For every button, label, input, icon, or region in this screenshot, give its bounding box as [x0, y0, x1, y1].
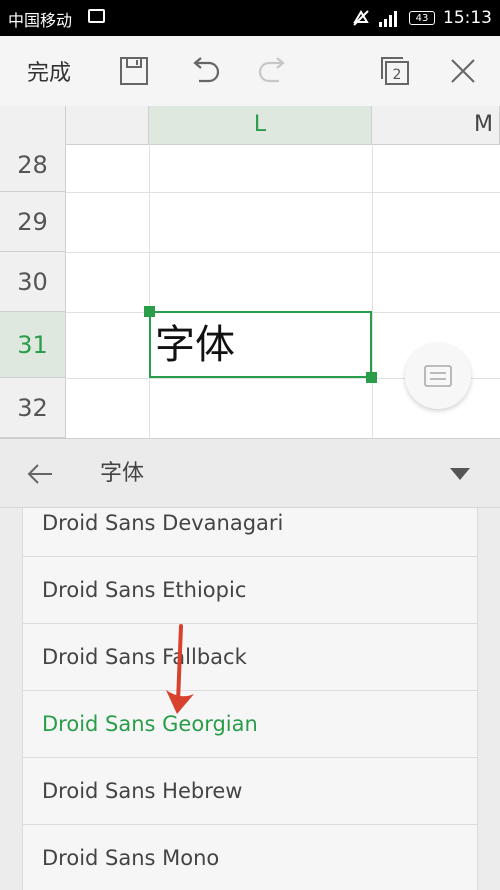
font-item-mono[interactable]: Droid Sans Mono [23, 825, 477, 890]
tabs-button[interactable]: 2 [372, 36, 418, 106]
save-button[interactable] [112, 36, 156, 106]
column-header-m[interactable]: M [372, 106, 500, 144]
selection-handle-top-left[interactable] [144, 306, 155, 317]
redo-button[interactable] [250, 36, 298, 106]
status-time: 15:13 [443, 8, 492, 28]
selection-handle-bottom-right[interactable] [366, 372, 377, 383]
font-item-devanagari[interactable]: Droid Sans Devanagari [23, 508, 477, 557]
keyboard-toggle-button[interactable] [405, 343, 471, 409]
keyboard-icon [424, 365, 452, 387]
column-header-row: L M [0, 106, 500, 145]
annotation-arrow-icon [166, 624, 194, 714]
row-header-28[interactable]: 28 [0, 144, 66, 192]
column-header-prev[interactable] [66, 106, 149, 144]
save-icon [120, 57, 148, 85]
row-header-30[interactable]: 30 [0, 252, 66, 312]
tabs-icon: 2 [381, 57, 409, 85]
row-header-29[interactable]: 29 [0, 192, 66, 252]
battery-icon: 43 [409, 11, 435, 25]
font-panel-header: 字体 [0, 438, 500, 508]
close-icon [451, 59, 475, 83]
row-header-32[interactable]: 32 [0, 378, 66, 438]
font-item-hebrew[interactable]: Droid Sans Hebrew [23, 758, 477, 825]
font-item-fallback[interactable]: Droid Sans Fallback [23, 624, 477, 691]
close-button[interactable] [440, 36, 486, 106]
back-button[interactable] [18, 439, 62, 509]
image-icon [88, 9, 105, 23]
font-item-georgian[interactable]: Droid Sans Georgian [23, 691, 477, 758]
gridline [66, 252, 500, 253]
back-arrow-icon [27, 464, 52, 484]
corner-cell[interactable] [0, 106, 66, 144]
status-right: 43 15:13 [351, 6, 492, 30]
tab-count: 2 [393, 67, 402, 83]
gridline [149, 144, 150, 438]
font-panel-title: 字体 [100, 461, 145, 486]
status-bar: 中国移动 43 15:13 [0, 0, 500, 36]
gridline [372, 144, 373, 438]
gridline [66, 192, 500, 193]
toolbar: 完成 2 [0, 36, 500, 107]
done-button[interactable]: 完成 [8, 36, 90, 106]
dropdown-triangle-icon [450, 468, 470, 480]
undo-button[interactable] [180, 36, 228, 106]
undo-icon [193, 57, 220, 83]
row-header-31[interactable]: 31 [0, 312, 66, 378]
cell-text: 字体 [155, 322, 235, 368]
redo-icon [258, 57, 285, 83]
column-header-l[interactable]: L [149, 106, 372, 144]
selected-cell-l31[interactable]: 字体 [149, 311, 372, 378]
font-item-ethiopic[interactable]: Droid Sans Ethiopic [23, 557, 477, 624]
spreadsheet-grid[interactable]: L M 28 29 30 31 32 字体 [0, 106, 500, 438]
carrier-name: 中国移动 [8, 11, 73, 30]
font-list[interactable]: Droid Sans Devanagari Droid Sans Ethiopi… [22, 508, 478, 890]
panel-dropdown-button[interactable] [440, 439, 480, 509]
signal-icon [379, 11, 397, 27]
mute-icon [353, 10, 369, 26]
